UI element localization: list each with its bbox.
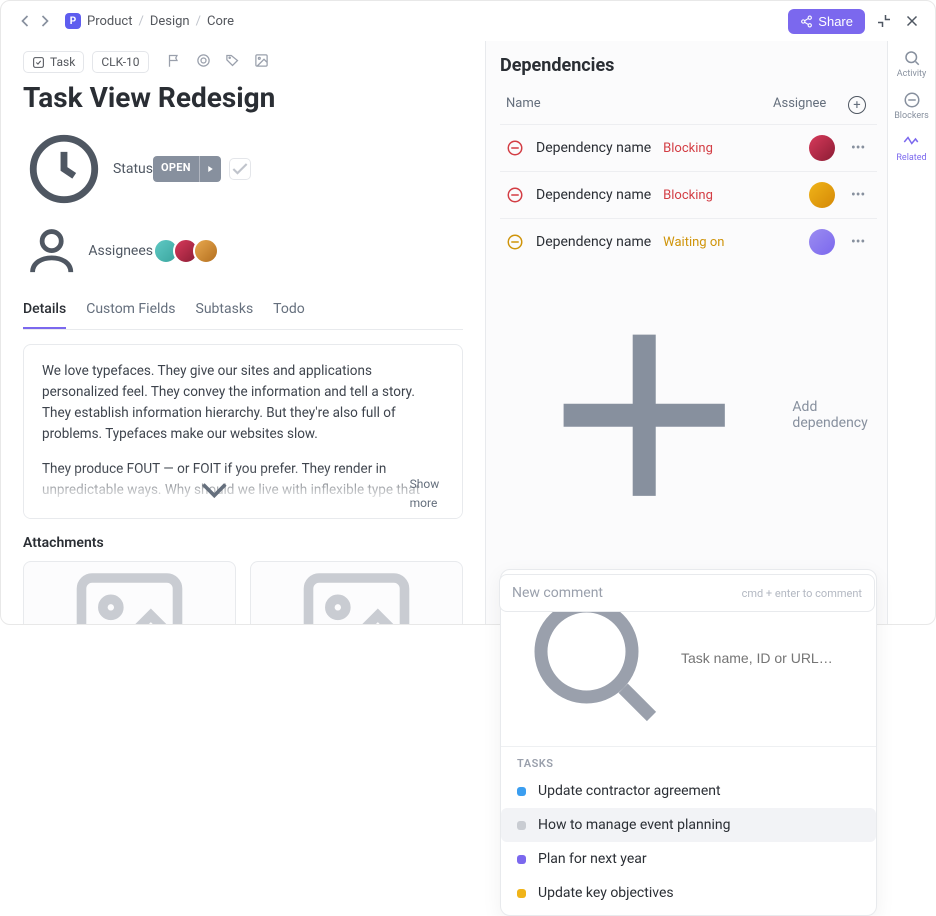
column-name: Name	[506, 96, 773, 114]
task-search-input[interactable]	[681, 650, 862, 666]
tasks-section-label: TASKS	[501, 747, 876, 774]
complete-checkbox[interactable]	[229, 158, 251, 180]
crumb-project[interactable]: Product	[87, 14, 132, 29]
image-icon[interactable]	[254, 53, 269, 72]
dependency-name: Dependency name	[536, 187, 651, 203]
share-label: Share	[818, 14, 853, 29]
nav-back-button[interactable]	[15, 11, 35, 31]
attachment-placeholder[interactable]	[250, 561, 463, 624]
status-dot	[517, 787, 526, 796]
task-search-item[interactable]: Update contractor agreement	[501, 774, 876, 808]
activity-icon	[903, 49, 921, 67]
row-more-icon[interactable]: •••	[851, 234, 871, 250]
task-item-label: How to manage event planning	[538, 817, 730, 833]
dependency-tag: Blocking	[663, 188, 713, 203]
status-value[interactable]: OPEN	[153, 156, 199, 182]
task-type-chip[interactable]: Task	[23, 51, 84, 73]
blockers-icon	[903, 91, 921, 109]
related-icon	[902, 133, 920, 151]
chevron-down-icon	[24, 468, 405, 512]
minimize-icon[interactable]	[875, 12, 893, 30]
dependency-row[interactable]: Dependency name Blocking •••	[500, 124, 877, 171]
tag-icon[interactable]	[225, 53, 240, 72]
add-dependency-label: Add dependency	[792, 399, 871, 431]
status-dot	[517, 889, 526, 898]
show-more-label: Show more	[410, 475, 462, 512]
status-dot	[517, 821, 526, 830]
tab-custom-fields[interactable]: Custom Fields	[86, 291, 175, 329]
task-item-label: Update contractor agreement	[538, 783, 721, 799]
avatar[interactable]	[809, 182, 835, 208]
dependency-name: Dependency name	[536, 234, 651, 250]
crumb-page[interactable]: Core	[207, 14, 234, 29]
close-icon[interactable]	[903, 12, 921, 30]
dependency-name: Dependency name	[536, 140, 651, 156]
add-dependency-button[interactable]: Add dependency	[500, 265, 877, 565]
image-icon	[24, 562, 235, 624]
waiting-icon	[506, 233, 524, 251]
avatar[interactable]	[809, 135, 835, 161]
show-more-button[interactable]: Show more	[24, 468, 462, 518]
project-badge: P	[65, 13, 81, 29]
status-next-button[interactable]	[199, 156, 221, 182]
assignees-icon	[23, 222, 80, 279]
status-icon	[23, 128, 105, 210]
comment-input[interactable]: New comment cmd + enter to comment	[499, 574, 875, 612]
tab-details[interactable]: Details	[23, 291, 66, 329]
sidebar-item-label: Activity	[897, 69, 926, 79]
nav-forward-button[interactable]	[35, 11, 55, 31]
sidebar-item-related[interactable]: Related	[896, 133, 926, 163]
crumb-area[interactable]: Design	[150, 14, 190, 29]
status-dot	[517, 855, 526, 864]
share-button[interactable]: Share	[788, 9, 865, 34]
dependency-tag: Waiting on	[663, 235, 724, 250]
task-id-chip[interactable]: CLK-10	[92, 51, 148, 73]
tab-todo[interactable]: Todo	[273, 291, 305, 329]
target-icon[interactable]	[196, 53, 211, 72]
dependency-row[interactable]: Dependency name Waiting on •••	[500, 218, 877, 265]
sidebar-item-label: Blockers	[894, 111, 929, 121]
task-item-label: Update key objectives	[538, 885, 674, 901]
assignees-label: Assignees	[88, 243, 153, 259]
task-id: CLK-10	[101, 55, 139, 69]
attachment-placeholder[interactable]	[23, 561, 236, 624]
task-title[interactable]: Task View Redesign	[23, 81, 463, 114]
description-paragraph: We love typefaces. They give our sites a…	[42, 361, 444, 445]
task-type-label: Task	[50, 55, 75, 69]
task-search-item[interactable]: Update key objectives	[501, 876, 876, 915]
image-icon	[251, 562, 462, 624]
task-search-panel: TASKS Update contractor agreement How to…	[500, 569, 877, 916]
assignee-avatars[interactable]	[153, 238, 219, 264]
attachments-heading: Attachments	[23, 535, 463, 551]
sidebar-item-label: Related	[896, 153, 926, 163]
status-label: Status	[113, 161, 153, 177]
tab-subtasks[interactable]: Subtasks	[196, 291, 254, 329]
dependency-row[interactable]: Dependency name Blocking •••	[500, 171, 877, 218]
row-more-icon[interactable]: •••	[851, 140, 871, 156]
task-search-item[interactable]: How to manage event planning	[501, 808, 876, 842]
description-card[interactable]: We love typefaces. They give our sites a…	[23, 344, 463, 519]
sidebar-item-blockers[interactable]: Blockers	[894, 91, 929, 121]
avatar[interactable]	[809, 229, 835, 255]
flag-icon[interactable]	[167, 53, 182, 72]
avatar[interactable]	[193, 238, 219, 264]
sidebar-item-activity[interactable]: Activity	[897, 49, 926, 79]
add-column-button[interactable]: +	[848, 96, 866, 114]
blocking-icon	[506, 186, 524, 204]
task-item-label: Plan for next year	[538, 851, 647, 867]
dependencies-heading: Dependencies	[500, 55, 877, 76]
task-search-item[interactable]: Plan for next year	[501, 842, 876, 876]
blocking-icon	[506, 139, 524, 157]
column-assignee: Assignee	[773, 96, 843, 114]
row-more-icon[interactable]: •••	[851, 187, 871, 203]
breadcrumb: P Product / Design / Core	[65, 13, 234, 29]
plus-icon	[506, 277, 782, 553]
dependency-tag: Blocking	[663, 141, 713, 156]
comment-placeholder: New comment	[512, 585, 603, 601]
comment-hint: cmd + enter to comment	[742, 587, 862, 600]
